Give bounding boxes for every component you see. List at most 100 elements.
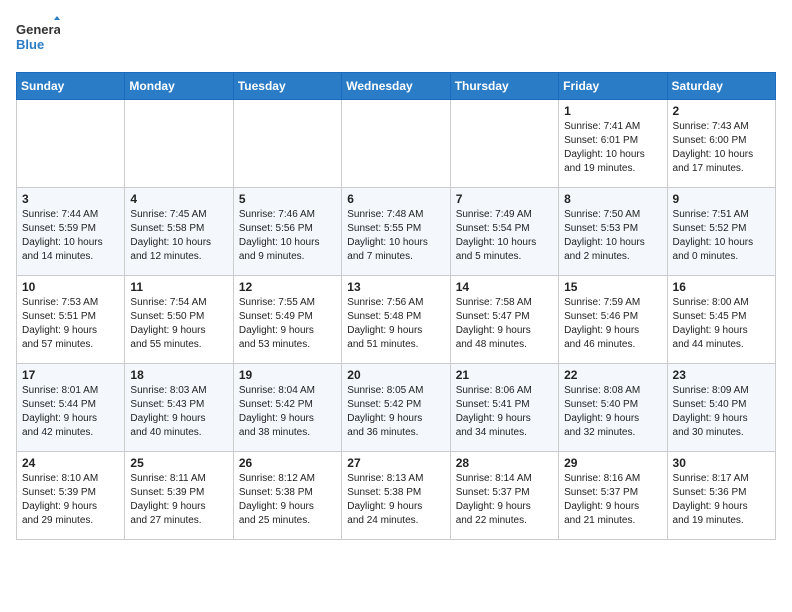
calendar-cell: 16Sunrise: 8:00 AMSunset: 5:45 PMDayligh… xyxy=(667,276,775,364)
weekday-header-thursday: Thursday xyxy=(450,73,558,100)
cell-info: Sunrise: 8:13 AMSunset: 5:38 PMDaylight:… xyxy=(347,472,444,528)
day-number: 14 xyxy=(456,280,553,294)
cell-info: Sunrise: 7:54 AMSunset: 5:50 PMDaylight:… xyxy=(130,296,227,352)
cell-info: Sunrise: 7:58 AMSunset: 5:47 PMDaylight:… xyxy=(456,296,553,352)
weekday-header-saturday: Saturday xyxy=(667,73,775,100)
logo: General Blue xyxy=(16,16,60,60)
cell-info: Sunrise: 8:10 AMSunset: 5:39 PMDaylight:… xyxy=(22,472,119,528)
day-number: 29 xyxy=(564,456,661,470)
calendar-week-1: 1 Sunrise: 7:41 AMSunset: 6:01 PMDaylight… xyxy=(17,100,776,188)
logo-svg: General Blue xyxy=(16,16,60,60)
day-number: 30 xyxy=(673,456,770,470)
calendar-cell: 28 Sunrise: 8:14 AMSunset: 5:37 PMDayligh… xyxy=(450,452,558,540)
cell-info: Sunrise: 8:08 AMSunset: 5:40 PMDaylight:… xyxy=(564,384,661,440)
calendar-cell: 29 Sunrise: 8:16 AMSunset: 5:37 PMDayligh… xyxy=(559,452,667,540)
cell-info: Sunrise: 7:51 AMSunset: 5:52 PMDaylight:… xyxy=(673,208,770,264)
cell-info: Sunrise: 8:17 AMSunset: 5:36 PMDaylight:… xyxy=(673,472,770,528)
calendar-cell: 1 Sunrise: 7:41 AMSunset: 6:01 PMDaylight… xyxy=(559,100,667,188)
calendar-cell: 19 Sunrise: 8:04 AMSunset: 5:42 PMDayligh… xyxy=(233,364,341,452)
calendar-cell: 26 Sunrise: 8:12 AMSunset: 5:38 PMDayligh… xyxy=(233,452,341,540)
cell-info: Sunrise: 8:16 AMSunset: 5:37 PMDaylight:… xyxy=(564,472,661,528)
day-number: 26 xyxy=(239,456,336,470)
calendar-week-4: 17 Sunrise: 8:01 AMSunset: 5:44 PMDayligh… xyxy=(17,364,776,452)
cell-info: Sunrise: 7:49 AMSunset: 5:54 PMDaylight:… xyxy=(456,208,553,264)
cell-info: Sunrise: 7:56 AMSunset: 5:48 PMDaylight:… xyxy=(347,296,444,352)
day-number: 25 xyxy=(130,456,227,470)
day-number: 19 xyxy=(239,368,336,382)
day-number: 27 xyxy=(347,456,444,470)
calendar-cell xyxy=(342,100,450,188)
calendar-cell: 20 Sunrise: 8:05 AMSunset: 5:42 PMDayligh… xyxy=(342,364,450,452)
calendar-cell: 24 Sunrise: 8:10 AMSunset: 5:39 PMDayligh… xyxy=(17,452,125,540)
day-number: 20 xyxy=(347,368,444,382)
cell-info: Sunrise: 8:14 AMSunset: 5:37 PMDaylight:… xyxy=(456,472,553,528)
day-number: 8 xyxy=(564,192,661,206)
cell-info: Sunrise: 8:01 AMSunset: 5:44 PMDaylight:… xyxy=(22,384,119,440)
day-number: 17 xyxy=(22,368,119,382)
calendar-cell: 13 Sunrise: 7:56 AMSunset: 5:48 PMDayligh… xyxy=(342,276,450,364)
day-number: 12 xyxy=(239,280,336,294)
calendar-cell: 8 Sunrise: 7:50 AMSunset: 5:53 PMDaylight… xyxy=(559,188,667,276)
calendar-cell xyxy=(233,100,341,188)
calendar-cell xyxy=(17,100,125,188)
day-number: 11 xyxy=(130,280,227,294)
calendar-cell: 12 Sunrise: 7:55 AMSunset: 5:49 PMDayligh… xyxy=(233,276,341,364)
calendar-cell: 3 Sunrise: 7:44 AMSunset: 5:59 PMDaylight… xyxy=(17,188,125,276)
day-number: 6 xyxy=(347,192,444,206)
calendar-cell: 7 Sunrise: 7:49 AMSunset: 5:54 PMDaylight… xyxy=(450,188,558,276)
cell-info: Sunrise: 8:09 AMSunset: 5:40 PMDaylight:… xyxy=(673,384,770,440)
day-number: 23 xyxy=(673,368,770,382)
cell-info: Sunrise: 7:46 AMSunset: 5:56 PMDaylight:… xyxy=(239,208,336,264)
svg-text:General: General xyxy=(16,22,60,37)
svg-text:Blue: Blue xyxy=(16,37,44,52)
day-number: 10 xyxy=(22,280,119,294)
calendar-cell xyxy=(450,100,558,188)
cell-info: Sunrise: 8:05 AMSunset: 5:42 PMDaylight:… xyxy=(347,384,444,440)
cell-info: Sunrise: 7:43 AMSunset: 6:00 PMDaylight:… xyxy=(673,120,770,176)
cell-info: Sunrise: 7:55 AMSunset: 5:49 PMDaylight:… xyxy=(239,296,336,352)
calendar-cell: 4Sunrise: 7:45 AMSunset: 5:58 PMDaylight… xyxy=(125,188,233,276)
calendar-cell: 23 Sunrise: 8:09 AMSunset: 5:40 PMDayligh… xyxy=(667,364,775,452)
calendar-cell: 27 Sunrise: 8:13 AMSunset: 5:38 PMDayligh… xyxy=(342,452,450,540)
calendar-cell: 10Sunrise: 7:53 AMSunset: 5:51 PMDayligh… xyxy=(17,276,125,364)
day-number: 21 xyxy=(456,368,553,382)
calendar-cell: 15Sunrise: 7:59 AMSunset: 5:46 PMDayligh… xyxy=(559,276,667,364)
cell-info: Sunrise: 7:44 AMSunset: 5:59 PMDaylight:… xyxy=(22,208,119,264)
cell-info: Sunrise: 7:41 AMSunset: 6:01 PMDaylight:… xyxy=(564,120,661,176)
cell-info: Sunrise: 8:04 AMSunset: 5:42 PMDaylight:… xyxy=(239,384,336,440)
calendar-cell: 18Sunrise: 8:03 AMSunset: 5:43 PMDayligh… xyxy=(125,364,233,452)
page-header: General Blue xyxy=(16,16,776,60)
day-number: 7 xyxy=(456,192,553,206)
cell-info: Sunrise: 8:12 AMSunset: 5:38 PMDaylight:… xyxy=(239,472,336,528)
calendar-week-2: 3 Sunrise: 7:44 AMSunset: 5:59 PMDaylight… xyxy=(17,188,776,276)
calendar-cell: 30 Sunrise: 8:17 AMSunset: 5:36 PMDayligh… xyxy=(667,452,775,540)
calendar-cell: 22Sunrise: 8:08 AMSunset: 5:40 PMDayligh… xyxy=(559,364,667,452)
calendar-cell: 9 Sunrise: 7:51 AMSunset: 5:52 PMDaylight… xyxy=(667,188,775,276)
calendar-cell: 11 Sunrise: 7:54 AMSunset: 5:50 PMDayligh… xyxy=(125,276,233,364)
weekday-header-tuesday: Tuesday xyxy=(233,73,341,100)
calendar-cell: 14 Sunrise: 7:58 AMSunset: 5:47 PMDayligh… xyxy=(450,276,558,364)
day-number: 9 xyxy=(673,192,770,206)
weekday-header-sunday: Sunday xyxy=(17,73,125,100)
weekday-header-wednesday: Wednesday xyxy=(342,73,450,100)
cell-info: Sunrise: 7:48 AMSunset: 5:55 PMDaylight:… xyxy=(347,208,444,264)
calendar-cell: 25Sunrise: 8:11 AMSunset: 5:39 PMDayligh… xyxy=(125,452,233,540)
day-number: 28 xyxy=(456,456,553,470)
day-number: 4 xyxy=(130,192,227,206)
calendar-table: SundayMondayTuesdayWednesdayThursdayFrid… xyxy=(16,72,776,540)
cell-info: Sunrise: 8:03 AMSunset: 5:43 PMDaylight:… xyxy=(130,384,227,440)
calendar-cell: 17 Sunrise: 8:01 AMSunset: 5:44 PMDayligh… xyxy=(17,364,125,452)
day-number: 13 xyxy=(347,280,444,294)
day-number: 3 xyxy=(22,192,119,206)
cell-info: Sunrise: 7:59 AMSunset: 5:46 PMDaylight:… xyxy=(564,296,661,352)
cell-info: Sunrise: 7:50 AMSunset: 5:53 PMDaylight:… xyxy=(564,208,661,264)
day-number: 5 xyxy=(239,192,336,206)
calendar-week-3: 10Sunrise: 7:53 AMSunset: 5:51 PMDayligh… xyxy=(17,276,776,364)
day-number: 24 xyxy=(22,456,119,470)
cell-info: Sunrise: 8:06 AMSunset: 5:41 PMDaylight:… xyxy=(456,384,553,440)
calendar-cell: 2 Sunrise: 7:43 AMSunset: 6:00 PMDaylight… xyxy=(667,100,775,188)
day-number: 1 xyxy=(564,104,661,118)
weekday-header-row: SundayMondayTuesdayWednesdayThursdayFrid… xyxy=(17,73,776,100)
day-number: 2 xyxy=(673,104,770,118)
calendar-week-5: 24 Sunrise: 8:10 AMSunset: 5:39 PMDayligh… xyxy=(17,452,776,540)
